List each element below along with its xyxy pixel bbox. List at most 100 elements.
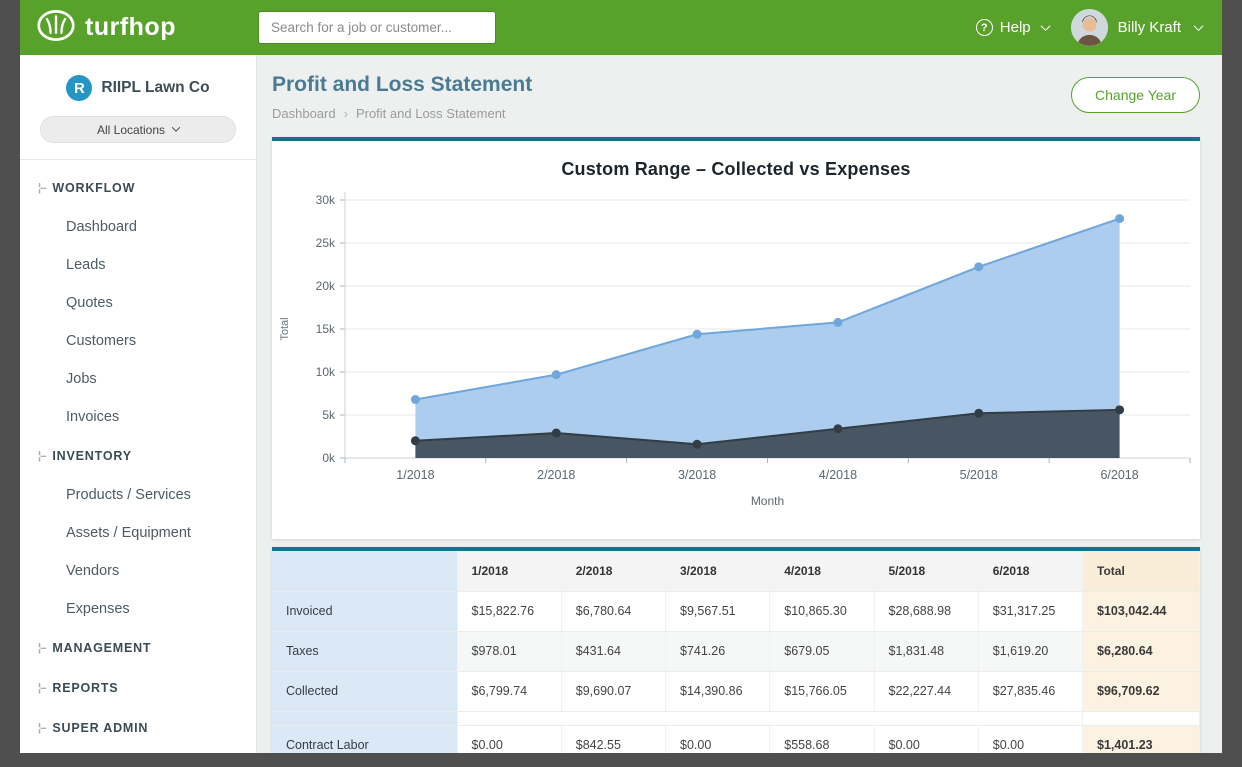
svg-text:20k: 20k: [316, 279, 336, 293]
tree-icon: [38, 182, 45, 194]
sidebar-item-assets-equipment[interactable]: Assets / Equipment: [20, 514, 256, 552]
table-cell: $14,390.86: [666, 671, 770, 711]
chart-title: Custom Range – Collected vs Expenses: [272, 159, 1200, 180]
pnl-table: 1/20182/20183/20184/20185/20186/2018Tota…: [272, 551, 1200, 753]
table-header-cell: 4/2018: [770, 551, 874, 591]
table-cell: $31,317.25: [978, 591, 1082, 631]
table-cell: $28,688.98: [874, 591, 978, 631]
table-row: Taxes$978.01$431.64$741.26$679.05$1,831.…: [272, 631, 1200, 671]
svg-text:6/2018: 6/2018: [1100, 468, 1138, 482]
spacer-cell: [272, 711, 457, 725]
table-header-cell: [272, 551, 457, 591]
breadcrumb-separator: ›: [344, 106, 348, 121]
row-total: $96,709.62: [1083, 671, 1200, 711]
chart-card: Custom Range – Collected vs Expenses 0k 5…: [272, 137, 1200, 539]
svg-text:2/2018: 2/2018: [537, 468, 575, 482]
company-header: R RIIPL Lawn Co: [20, 55, 256, 101]
nav-section-label: INVENTORY: [52, 449, 131, 463]
sidebar-item-invoices[interactable]: Invoices: [20, 398, 256, 436]
page-title: Profit and Loss Statement: [272, 73, 532, 97]
sidebar-item-customers[interactable]: Customers: [20, 322, 256, 360]
sidebar-item-vendors[interactable]: Vendors: [20, 552, 256, 590]
table-cell: $10,865.30: [770, 591, 874, 631]
row-label: Taxes: [272, 631, 457, 671]
chevron-down-icon: [172, 123, 180, 131]
nav-section-management[interactable]: MANAGEMENT: [20, 628, 256, 668]
topbar: turfhop Help: [20, 0, 1222, 55]
row-total: $6,280.64: [1083, 631, 1200, 671]
table-cell: $0.00: [457, 725, 561, 753]
sidebar-item-leads[interactable]: Leads: [20, 246, 256, 284]
help-icon: [976, 19, 993, 36]
table-header-row: 1/20182/20183/20184/20185/20186/2018Tota…: [272, 551, 1200, 591]
company-name: RIIPL Lawn Co: [101, 79, 209, 97]
svg-text:25k: 25k: [316, 236, 336, 250]
nav-section-label: MANAGEMENT: [52, 641, 151, 655]
row-label: Collected: [272, 671, 457, 711]
svg-text:3/2018: 3/2018: [678, 468, 716, 482]
svg-text:1/2018: 1/2018: [396, 468, 434, 482]
help-menu[interactable]: Help: [976, 19, 1049, 36]
table-cell: $1,831.48: [874, 631, 978, 671]
svg-text:5/2018: 5/2018: [960, 468, 998, 482]
table-cell: $0.00: [666, 725, 770, 753]
svg-text:15k: 15k: [316, 322, 336, 336]
tree-icon: [38, 450, 45, 462]
locations-dropdown[interactable]: All Locations: [40, 116, 236, 143]
table-cell: $6,799.74: [457, 671, 561, 711]
table-header-cell: 5/2018: [874, 551, 978, 591]
brand-logo[interactable]: turfhop: [36, 9, 258, 47]
svg-text:Total: Total: [279, 317, 291, 340]
sidebar-nav: WORKFLOW DashboardLeadsQuotesCustomersJob…: [20, 160, 256, 748]
table-header-cell: Total: [1083, 551, 1200, 591]
sidebar-item-jobs[interactable]: Jobs: [20, 360, 256, 398]
table-cell: $741.26: [666, 631, 770, 671]
nav-section-reports[interactable]: REPORTS: [20, 668, 256, 708]
sidebar-item-quotes[interactable]: Quotes: [20, 284, 256, 322]
nav-section-super-admin[interactable]: SUPER ADMIN: [20, 708, 256, 748]
sidebar-item-dashboard[interactable]: Dashboard: [20, 208, 256, 246]
row-total: $1,401.23: [1083, 725, 1200, 753]
table-cell: $0.00: [978, 725, 1082, 753]
tree-icon: [38, 722, 45, 734]
table-head: 1/20182/20183/20184/20185/20186/2018Tota…: [272, 551, 1200, 591]
table-spacer-row: [272, 711, 1200, 725]
change-year-button[interactable]: Change Year: [1071, 77, 1200, 113]
nav-section-label: SUPER ADMIN: [52, 721, 148, 735]
pnl-table-card: 1/20182/20183/20184/20185/20186/2018Tota…: [272, 547, 1200, 753]
company-logo-icon: R: [66, 75, 92, 101]
nav-section-workflow[interactable]: WORKFLOW: [20, 168, 256, 208]
table-header-cell: 6/2018: [978, 551, 1082, 591]
nav-section-inventory[interactable]: INVENTORY: [20, 436, 256, 476]
user-name: Billy Kraft: [1118, 19, 1181, 36]
user-menu[interactable]: Billy Kraft: [1071, 9, 1202, 46]
table-cell: $842.55: [561, 725, 665, 753]
svg-text:30k: 30k: [316, 193, 336, 207]
table-cell: $9,690.07: [561, 671, 665, 711]
breadcrumb-current: Profit and Loss Statement: [356, 106, 506, 121]
table-cell: $558.68: [770, 725, 874, 753]
svg-text:Month: Month: [751, 494, 784, 508]
breadcrumb-link-dashboard[interactable]: Dashboard: [272, 106, 336, 121]
sidebar: R RIIPL Lawn Co All Locations WORKFLOW Da…: [20, 55, 257, 753]
table-header-cell: 2/2018: [561, 551, 665, 591]
svg-text:0k: 0k: [322, 451, 336, 465]
tree-icon: [38, 642, 45, 654]
chevron-down-icon: [1194, 21, 1204, 31]
sidebar-item-products-services[interactable]: Products / Services: [20, 476, 256, 514]
search-input[interactable]: [258, 11, 496, 44]
main-content: Profit and Loss Statement Dashboard › Pr…: [257, 55, 1222, 753]
chart: 0k5k10k15k20k25k30k1/20182/20183/20184/2…: [272, 184, 1200, 539]
table-cell: $431.64: [561, 631, 665, 671]
sidebar-item-expenses[interactable]: Expenses: [20, 590, 256, 628]
tree-icon: [38, 682, 45, 694]
locations-label: All Locations: [97, 123, 165, 137]
table-cell: $1,619.20: [978, 631, 1082, 671]
table-body: Invoiced$15,822.76$6,780.64$9,567.51$10,…: [272, 591, 1200, 753]
brand-name: turfhop: [85, 13, 176, 42]
help-label: Help: [1000, 19, 1031, 36]
turfhop-leaf-icon: [36, 9, 76, 47]
nav-section-label: WORKFLOW: [52, 181, 135, 195]
table-header-cell: 3/2018: [666, 551, 770, 591]
table-row: Collected$6,799.74$9,690.07$14,390.86$15…: [272, 671, 1200, 711]
